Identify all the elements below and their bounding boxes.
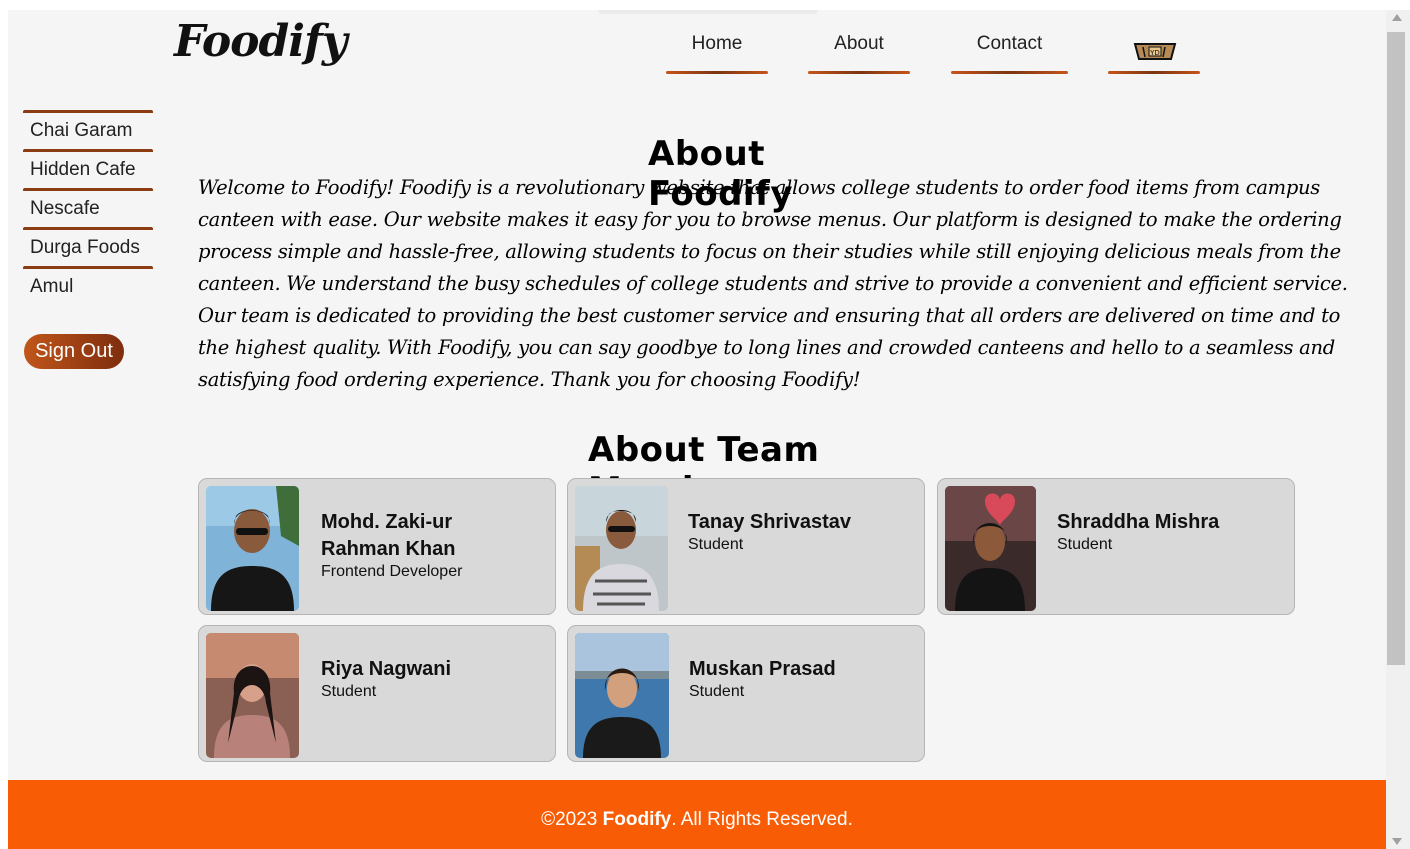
member-name: Riya Nagwani [321, 658, 452, 680]
sidebar: Chai Garam Hidden Cafe Nescafe Durga Foo… [23, 110, 153, 305]
member-role: Frontend Developer [321, 563, 463, 580]
nav-cart[interactable]: YD [1108, 33, 1200, 74]
footer: ©2023 Foodify. All Rights Reserved. [8, 780, 1386, 849]
footer-copyright: ©2023 [541, 809, 603, 830]
scroll-thumb[interactable] [1387, 32, 1405, 665]
sidebar-item-durga-foods[interactable]: Durga Foods [23, 227, 153, 266]
member-name: Tanay Shrivastav [688, 511, 852, 533]
sidebar-item-hidden-cafe[interactable]: Hidden Cafe [23, 149, 153, 188]
nav-contact-label: Contact [976, 33, 1043, 54]
nav-home[interactable]: Home [666, 33, 768, 74]
sign-out-button[interactable]: Sign Out [24, 334, 124, 369]
cart-icon: YD [1133, 41, 1177, 67]
member-name: Shraddha Mishra [1057, 511, 1220, 533]
sidebar-item-amul[interactable]: Amul [23, 266, 153, 305]
sidebar-item-nescafe[interactable]: Nescafe [23, 188, 153, 227]
member-role: Student [689, 683, 745, 700]
member-role: Student [321, 683, 377, 700]
about-paragraph: Welcome to Foodify! Foodify is a revolut… [198, 176, 1348, 391]
member-photo [206, 486, 299, 611]
nav-home-label: Home [691, 33, 743, 54]
member-photo [575, 633, 669, 758]
member-role: Student [688, 536, 744, 553]
vertical-scrollbar[interactable] [1386, 10, 1410, 849]
scroll-down-arrow-icon[interactable] [1392, 838, 1402, 845]
nav-about[interactable]: About [808, 33, 910, 74]
nav-contact[interactable]: Contact [951, 33, 1068, 74]
svg-text:YD: YD [1149, 49, 1160, 57]
team-card: Muskan Prasad Student [567, 625, 925, 762]
team-card: Shraddha Mishra Student [937, 478, 1295, 615]
page-viewport: Foodify Home About Contact YD Chai Garam… [8, 10, 1386, 849]
header-shadow [598, 10, 818, 14]
member-photo [206, 633, 299, 758]
member-photo [945, 486, 1036, 611]
member-photo [575, 486, 668, 611]
team-card: Mohd. Zaki-ur Rahman Khan Frontend Devel… [198, 478, 556, 615]
member-name: Muskan Prasad [689, 658, 836, 680]
nav-about-label: About [834, 33, 884, 54]
scroll-up-arrow-icon[interactable] [1392, 14, 1402, 21]
brand-logo[interactable]: Foodify [174, 16, 348, 67]
team-card: Tanay Shrivastav Student [567, 478, 925, 615]
footer-rights: . All Rights Reserved. [671, 809, 853, 830]
team-card: Riya Nagwani Student [198, 625, 556, 762]
footer-brand: Foodify [602, 809, 672, 830]
member-name: Mohd. Zaki-ur Rahman Khan [321, 511, 456, 560]
sidebar-item-chai-garam[interactable]: Chai Garam [23, 110, 153, 149]
member-role: Student [1057, 536, 1113, 553]
